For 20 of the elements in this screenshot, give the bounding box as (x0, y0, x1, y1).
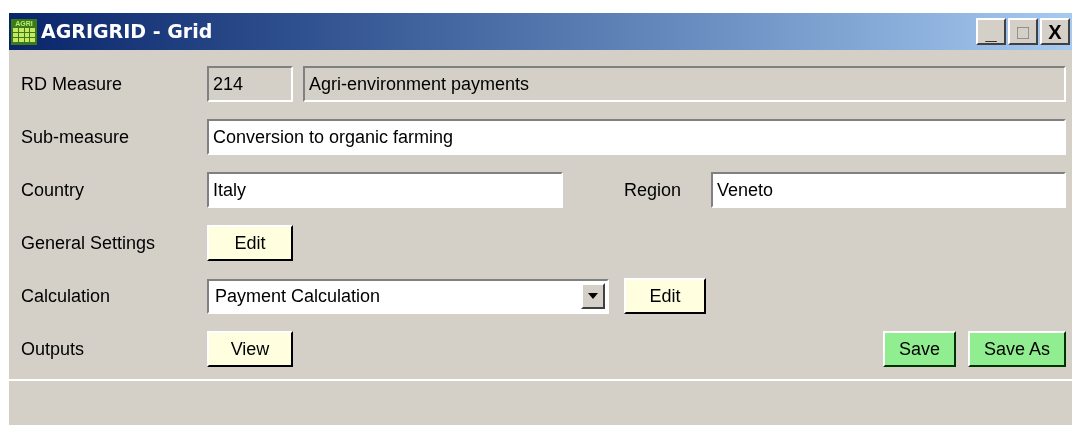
action-button[interactable]: Edit (207, 225, 293, 261)
field-label: RD Measure (21, 72, 124, 96)
field-label: Sub-measure (21, 125, 131, 149)
action-button[interactable]: Edit (624, 278, 706, 314)
text-field[interactable]: Conversion to organic farming (207, 119, 1066, 155)
field-label: Country (21, 178, 86, 202)
field-label: General Settings (21, 231, 157, 255)
field-label: Calculation (21, 284, 112, 308)
field-label: Outputs (21, 337, 86, 361)
caret-icon (581, 283, 605, 309)
window-title: AGRIGRID - Grid (41, 19, 213, 45)
action-button[interactable]: Save As (967, 331, 1066, 367)
field-label: Region (624, 178, 683, 202)
minimize-button[interactable]: _ (976, 18, 1006, 45)
action-button[interactable]: Save (882, 331, 956, 367)
text-field[interactable]: Italy (207, 172, 563, 208)
dropdown[interactable]: Payment Calculation (207, 278, 609, 314)
close-button[interactable]: X (1040, 18, 1070, 45)
action-button[interactable]: View (207, 331, 293, 367)
text-field[interactable]: Veneto (711, 172, 1066, 208)
